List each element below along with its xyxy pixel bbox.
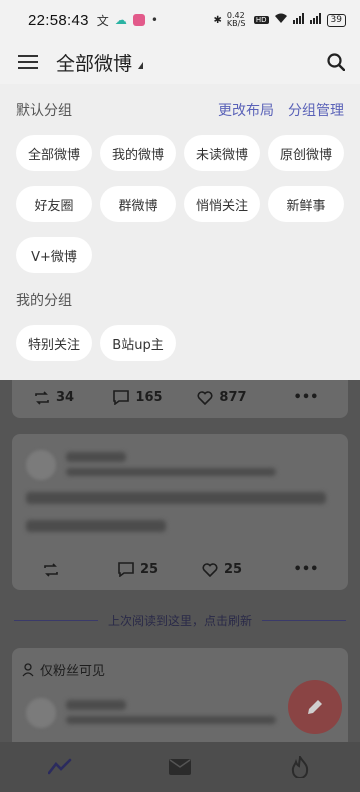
comment-icon: [118, 562, 134, 577]
top-app-bar: 全部微博: [0, 40, 360, 84]
group-selector-panel: 默认分组 更改布局 分组管理 全部微博 我的微博 未读微博 原创微博 好友圈 群…: [0, 84, 360, 380]
like-button[interactable]: 877: [180, 390, 264, 405]
dropdown-caret-icon[interactable]: [138, 61, 144, 69]
chip-group-weibo[interactable]: 群微博: [100, 186, 176, 222]
repost-icon: [35, 390, 49, 405]
repost-button[interactable]: [12, 562, 96, 577]
chip-news[interactable]: 新鲜事: [268, 186, 344, 222]
comment-count: 165: [135, 390, 163, 405]
bluetooth-icon: ✱: [213, 14, 222, 26]
divider-line: [14, 619, 98, 622]
like-icon: [197, 390, 213, 405]
signal-icon-1: [292, 13, 305, 27]
tab-messages[interactable]: [120, 742, 240, 792]
manage-groups-link[interactable]: 分组管理: [288, 100, 344, 120]
fans-only-label: 仅粉丝可见: [22, 660, 105, 679]
hd-icon: HD: [253, 16, 269, 24]
notification-icons: 文 ☁ •: [97, 12, 158, 29]
post2-actions: 25 25 •••: [12, 562, 348, 577]
edit-layout-link[interactable]: 更改布局: [218, 100, 274, 120]
chip-special-follow[interactable]: 特别关注: [16, 325, 92, 361]
page-title[interactable]: 全部微博: [56, 49, 132, 76]
chip-secret-follow[interactable]: 悄悄关注: [184, 186, 260, 222]
translate-icon: 文: [96, 13, 109, 28]
bottom-tab-bar: [0, 742, 360, 792]
blurred-meta: [66, 468, 276, 476]
repost-icon: [44, 562, 58, 577]
refresh-text[interactable]: 上次阅读到这里，点击刷新: [98, 612, 262, 629]
like-button[interactable]: 25: [180, 562, 264, 577]
menu-icon: [18, 55, 38, 69]
search-icon: [327, 53, 345, 71]
blurred-username: [66, 700, 126, 710]
feed-background: 34 165 877 ••• 25 25 ••• 上次阅读到这里，点击刷新 仅粉…: [0, 380, 360, 792]
fans-only-text: 仅粉丝可见: [40, 664, 106, 679]
signal-icon-2: [309, 13, 322, 27]
blurred-meta: [66, 716, 276, 724]
app-notification-icon: [132, 14, 145, 26]
like-count: 877: [219, 390, 247, 405]
home-icon: [48, 758, 72, 775]
chip-original-weibo[interactable]: 原创微博: [268, 135, 344, 171]
avatar: [26, 450, 56, 480]
chip-unread-weibo[interactable]: 未读微博: [184, 135, 260, 171]
repost-count: 34: [55, 390, 75, 405]
chip-friends-circle[interactable]: 好友圈: [16, 186, 92, 222]
default-groups-header: 默认分组 更改布局 分组管理: [16, 100, 344, 120]
wifi-icon: [274, 13, 288, 27]
chip-bilibili-up[interactable]: B站up主: [100, 325, 176, 361]
mail-icon: [169, 759, 191, 775]
repost-button[interactable]: 34: [12, 390, 96, 405]
more-button[interactable]: •••: [264, 562, 348, 577]
group-actions: 更改布局 分组管理: [218, 100, 344, 120]
chip-my-weibo[interactable]: 我的微博: [100, 135, 176, 171]
blurred-text-line: [26, 492, 326, 504]
like-count: 25: [223, 562, 243, 577]
comment-button[interactable]: 25: [96, 562, 180, 577]
hot-icon: [291, 756, 309, 778]
status-bar: 22:58:43 文 ☁ • ✱ 0.42 KB/S HD 39: [0, 0, 360, 40]
more-icon: •••: [293, 562, 319, 577]
compose-icon: [308, 700, 322, 714]
blurred-text-line: [26, 520, 166, 532]
refresh-divider[interactable]: 上次阅读到这里，点击刷新: [14, 612, 347, 629]
network-speed: 0.42 KB/S: [226, 11, 246, 28]
like-icon: [202, 562, 218, 577]
cloud-icon: ☁: [114, 13, 127, 27]
post1-actions: 34 165 877 •••: [12, 390, 348, 405]
comment-button[interactable]: 165: [96, 390, 180, 405]
battery-indicator: 39: [326, 13, 346, 27]
dot-icon: •: [150, 13, 158, 27]
default-groups-title: 默认分组: [16, 103, 72, 119]
more-button[interactable]: •••: [264, 390, 348, 405]
status-right: ✱ 0.42 KB/S HD 39: [213, 11, 346, 28]
divider-line: [262, 619, 347, 622]
menu-button[interactable]: [0, 40, 56, 84]
chip-all-weibo[interactable]: 全部微博: [16, 135, 92, 171]
my-groups-header: 我的分组: [16, 290, 344, 310]
avatar: [26, 698, 56, 728]
search-button[interactable]: [312, 40, 360, 84]
more-icon: •••: [293, 390, 319, 405]
chip-vplus-weibo[interactable]: V+微博: [16, 237, 92, 273]
tab-home[interactable]: [0, 742, 120, 792]
comment-count: 25: [139, 562, 159, 577]
user-icon: [22, 662, 34, 676]
tab-hot[interactable]: [240, 742, 360, 792]
blurred-username: [66, 452, 126, 462]
comment-icon: [113, 390, 130, 405]
my-groups-title: 我的分组: [16, 293, 72, 309]
status-time: 22:58:43: [28, 11, 89, 29]
compose-button[interactable]: [288, 680, 342, 734]
